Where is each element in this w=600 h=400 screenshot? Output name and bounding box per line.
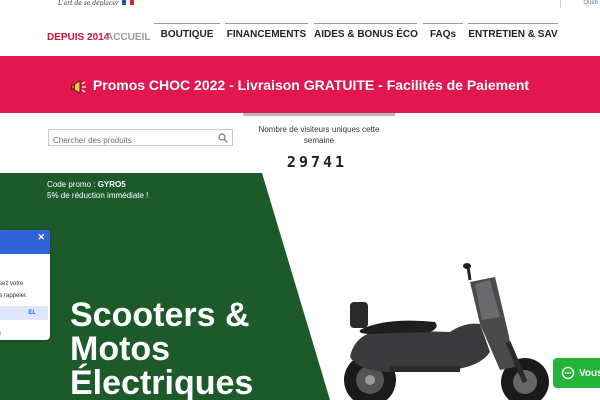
- popup-message-line: ssez votre: [0, 281, 24, 287]
- visitor-counter-label: Nombre de visiteurs uniques cette semain…: [258, 125, 380, 145]
- header-divider: [560, 0, 561, 8]
- nav-item-home[interactable]: ACCUEIL: [106, 32, 150, 43]
- visitor-counter-value: 29741: [286, 153, 348, 171]
- promo-banner[interactable]: Promos CHOC 2022 - Livraison GRATUITE - …: [0, 56, 600, 113]
- brand-slogan: L'art de se déplacer: [58, 0, 119, 7]
- search-input[interactable]: [49, 133, 209, 148]
- megaphone-icon: [71, 79, 86, 94]
- page: L'art de se déplacer Québ DEPUIS 2014 AC…: [0, 0, 600, 400]
- scooter-image: [330, 262, 560, 400]
- banner-text: Promos CHOC 2022 - Livraison GRATUITE - …: [92, 76, 530, 93]
- popup-footer: oll: [0, 331, 1, 337]
- popup-header: ✕: [0, 230, 50, 254]
- whatsapp-label: Vous: [579, 367, 600, 379]
- main-nav: DEPUIS 2014 ACCUEIL BOUTIQUE FINANCEMENT…: [0, 23, 600, 50]
- whatsapp-chat-button[interactable]: Vous: [553, 358, 600, 388]
- search-icon[interactable]: [218, 133, 228, 143]
- nav-item-faqs[interactable]: FAQs: [423, 23, 463, 40]
- nav-item-financing[interactable]: FINANCEMENTS: [225, 23, 308, 40]
- hero-title: Scooters & Motos Électriques: [70, 298, 253, 400]
- nav-item-shop[interactable]: BOUTIQUE: [154, 23, 220, 40]
- nav-item-maintenance[interactable]: ENTRETIEN & SAV: [468, 23, 558, 40]
- since-label: DEPUIS 2014: [47, 32, 110, 43]
- promo-description: 5% de réduction immédiate !: [47, 191, 149, 200]
- callback-button[interactable]: EL: [0, 306, 48, 320]
- counter-divider: [243, 113, 395, 116]
- popup-message-line: us rappeler.: [0, 293, 28, 299]
- hero-title-line: Électriques: [70, 364, 254, 400]
- popup-message: ssez votre us rappeler.: [0, 278, 27, 302]
- product-search: [48, 129, 233, 148]
- region-link[interactable]: Québ: [583, 0, 598, 6]
- nav-item-eco-aid[interactable]: AIDES & BONUS ÉCO: [314, 23, 418, 40]
- french-flag-icon[interactable]: [122, 0, 134, 5]
- hero-title-line: Scooters &: [70, 296, 250, 334]
- promo-prefix: Code promo :: [47, 180, 98, 189]
- chat-bubble-icon: [561, 366, 575, 380]
- promo-code-block: Code promo : GYRO5 5% de réduction imméd…: [47, 179, 148, 201]
- hero-title-line: Motos: [70, 330, 171, 368]
- callback-popup: ✕ ssez votre us rappeler. EL oll: [0, 230, 50, 340]
- promo-code: GYRO5: [97, 180, 126, 189]
- close-icon[interactable]: ✕: [37, 232, 45, 243]
